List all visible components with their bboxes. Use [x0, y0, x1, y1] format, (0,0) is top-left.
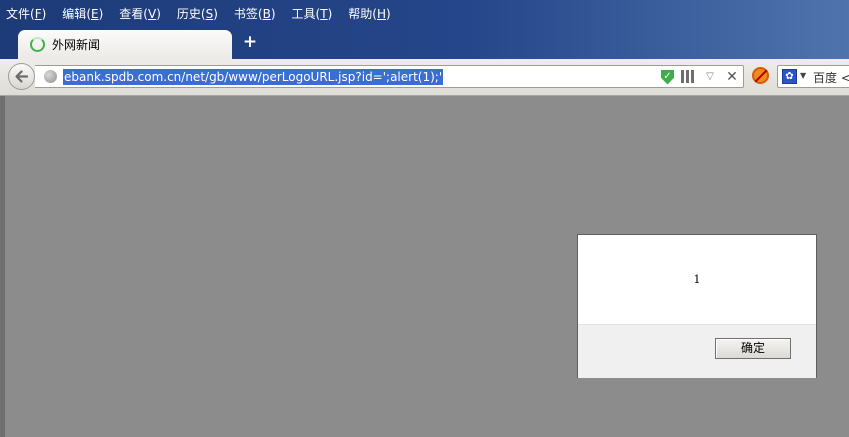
- browser-titlebar: 文件(F) 编辑(E) 查看(V) 历史(S) 书签(B) 工具(T) 帮助(H…: [0, 0, 849, 59]
- alert-message: 1: [693, 273, 701, 286]
- menu-bar: 文件(F) 编辑(E) 查看(V) 历史(S) 书签(B) 工具(T) 帮助(H…: [6, 5, 407, 23]
- address-bar[interactable]: ebank.spdb.com.cn/net/gb/www/perLogoURL.…: [35, 65, 744, 88]
- baidu-paw-icon[interactable]: ✿: [782, 69, 797, 84]
- menu-history[interactable]: 历史(S): [177, 5, 218, 23]
- back-button[interactable]: [8, 63, 35, 90]
- new-tab-button[interactable]: +: [242, 33, 258, 51]
- search-input[interactable]: 百度 <: [813, 69, 849, 86]
- tab-active[interactable]: 外网新闻: [18, 30, 232, 59]
- navigation-toolbar: ebank.spdb.com.cn/net/gb/www/perLogoURL.…: [0, 59, 849, 96]
- menu-file[interactable]: 文件(F): [6, 5, 46, 23]
- block-script-icon[interactable]: [752, 67, 769, 84]
- tab-title: 外网新闻: [52, 38, 101, 52]
- alert-dialog: 1 确定: [577, 234, 817, 378]
- menu-help[interactable]: 帮助(H): [348, 5, 390, 23]
- menu-bookmarks[interactable]: 书签(B): [234, 5, 276, 23]
- qr-code-icon[interactable]: [680, 69, 696, 85]
- loading-spinner-icon: [30, 37, 45, 52]
- search-bar[interactable]: ✿ ▼ 百度 <: [777, 65, 849, 88]
- stop-icon[interactable]: ✕: [724, 69, 740, 85]
- address-bar-actions: ✓ ▽ ✕: [655, 68, 740, 86]
- menu-edit[interactable]: 编辑(E): [62, 5, 103, 23]
- ok-button[interactable]: 确定: [715, 338, 791, 359]
- menu-tools[interactable]: 工具(T): [292, 5, 333, 23]
- menu-view[interactable]: 查看(V): [119, 5, 161, 23]
- engine-dropdown-icon[interactable]: ▼: [800, 71, 806, 80]
- url-input[interactable]: ebank.spdb.com.cn/net/gb/www/perLogoURL.…: [63, 69, 444, 85]
- alert-footer: 确定: [578, 324, 816, 378]
- back-arrow-icon: [15, 70, 29, 83]
- security-shield-icon[interactable]: ✓: [661, 69, 674, 85]
- site-identity-globe-icon[interactable]: [44, 70, 57, 83]
- url-history-dropdown-icon[interactable]: ▽: [702, 69, 718, 85]
